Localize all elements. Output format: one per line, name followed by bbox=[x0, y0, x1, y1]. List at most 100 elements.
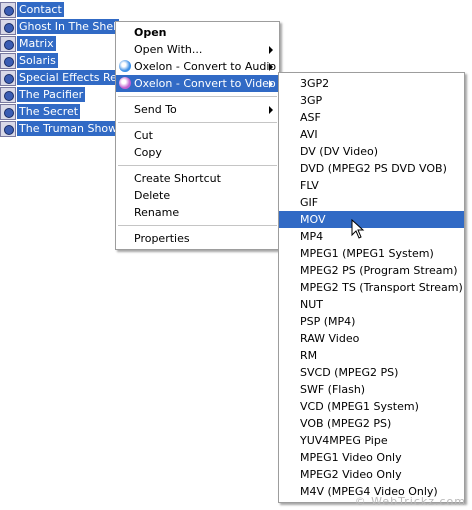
menu-separator bbox=[118, 96, 277, 97]
mouse-pointer-icon bbox=[351, 219, 365, 239]
video-file-icon bbox=[0, 103, 16, 120]
format-option-avi[interactable]: AVI bbox=[279, 126, 464, 143]
oxelon-video-icon bbox=[119, 77, 131, 89]
format-option-3gp2[interactable]: 3GP2 bbox=[279, 75, 464, 92]
format-label: VCD (MPEG1 System) bbox=[300, 400, 419, 413]
format-option-gif[interactable]: GIF bbox=[279, 194, 464, 211]
format-option-mpeg2-ps[interactable]: MPEG2 PS (Program Stream) bbox=[279, 262, 464, 279]
video-file-icon bbox=[0, 1, 16, 18]
menu-separator bbox=[118, 122, 277, 123]
video-file-icon bbox=[0, 35, 16, 52]
format-option-mp4[interactable]: MP4 bbox=[279, 228, 464, 245]
format-option-mpeg2-ts[interactable]: MPEG2 TS (Transport Stream) bbox=[279, 279, 464, 296]
format-label: SWF (Flash) bbox=[300, 383, 366, 396]
convert-to-video-submenu: 3GP2 3GP ASF AVI DV (DV Video) DVD (MPEG… bbox=[278, 72, 465, 503]
file-item[interactable]: Ghost In The Shell.m bbox=[0, 18, 119, 35]
menu-item-label: Properties bbox=[134, 232, 190, 245]
format-label: FLV bbox=[300, 179, 319, 192]
video-file-icon bbox=[0, 86, 16, 103]
submenu-arrow-icon bbox=[269, 80, 273, 88]
file-name: Ghost In The Shell.m bbox=[17, 19, 119, 34]
format-option-asf[interactable]: ASF bbox=[279, 109, 464, 126]
menu-item-label: Open bbox=[134, 26, 167, 39]
menu-item-convert-to-video[interactable]: Oxelon - Convert to Video bbox=[116, 75, 279, 92]
file-name: The Pacifier bbox=[17, 87, 86, 102]
file-name: Contact bbox=[17, 2, 64, 17]
format-option-mpeg2-video-only[interactable]: MPEG2 Video Only bbox=[279, 466, 464, 483]
format-option-vob[interactable]: VOB (MPEG2 PS) bbox=[279, 415, 464, 432]
menu-item-create-shortcut[interactable]: Create Shortcut bbox=[116, 170, 279, 187]
format-label: NUT bbox=[300, 298, 323, 311]
menu-item-label: Delete bbox=[134, 189, 171, 202]
format-label: RAW Video bbox=[300, 332, 360, 345]
format-label: MPEG2 TS (Transport Stream) bbox=[300, 281, 463, 294]
submenu-arrow-icon bbox=[269, 46, 273, 54]
file-item[interactable]: The Pacifier bbox=[0, 86, 86, 103]
format-label: MPEG1 Video Only bbox=[300, 451, 402, 464]
file-name: Solaris bbox=[17, 53, 58, 68]
format-label: DV (DV Video) bbox=[300, 145, 378, 158]
format-label: SVCD (MPEG2 PS) bbox=[300, 366, 399, 379]
format-label: MP4 bbox=[300, 230, 324, 243]
format-label: VOB (MPEG2 PS) bbox=[300, 417, 392, 430]
format-label: AVI bbox=[300, 128, 318, 141]
file-item[interactable]: The Secret bbox=[0, 103, 81, 120]
format-option-raw-video[interactable]: RAW Video bbox=[279, 330, 464, 347]
format-option-yuv4mpeg[interactable]: YUV4MPEG Pipe bbox=[279, 432, 464, 449]
format-option-flv[interactable]: FLV bbox=[279, 177, 464, 194]
menu-item-label: Create Shortcut bbox=[134, 172, 221, 185]
menu-item-label: Send To bbox=[134, 103, 177, 116]
format-option-3gp[interactable]: 3GP bbox=[279, 92, 464, 109]
format-label: PSP (MP4) bbox=[300, 315, 356, 328]
format-option-dvd[interactable]: DVD (MPEG2 PS DVD VOB) bbox=[279, 160, 464, 177]
format-option-rm[interactable]: RM bbox=[279, 347, 464, 364]
menu-item-copy[interactable]: Copy bbox=[116, 144, 279, 161]
file-item[interactable]: Special Effects Rese bbox=[0, 69, 119, 86]
file-item[interactable]: Contact bbox=[0, 1, 64, 18]
menu-item-label: Open With... bbox=[134, 43, 203, 56]
menu-item-convert-to-audio[interactable]: Oxelon - Convert to Audio bbox=[116, 58, 279, 75]
menu-item-label: Oxelon - Convert to Video bbox=[134, 77, 276, 90]
menu-item-properties[interactable]: Properties bbox=[116, 230, 279, 247]
format-label: MPEG2 Video Only bbox=[300, 468, 402, 481]
video-file-icon bbox=[0, 18, 16, 35]
format-label: ASF bbox=[300, 111, 321, 124]
menu-item-rename[interactable]: Rename bbox=[116, 204, 279, 221]
format-label: MPEG1 (MPEG1 System) bbox=[300, 247, 434, 260]
context-menu: Open Open With... Oxelon - Convert to Au… bbox=[115, 21, 280, 250]
menu-item-label: Rename bbox=[134, 206, 180, 219]
file-name: The Secret bbox=[17, 104, 81, 119]
format-label: RM bbox=[300, 349, 318, 362]
format-option-dv[interactable]: DV (DV Video) bbox=[279, 143, 464, 160]
format-label: GIF bbox=[300, 196, 319, 209]
menu-item-open-with[interactable]: Open With... bbox=[116, 41, 279, 58]
format-option-swf[interactable]: SWF (Flash) bbox=[279, 381, 464, 398]
menu-item-cut[interactable]: Cut bbox=[116, 127, 279, 144]
format-option-svcd[interactable]: SVCD (MPEG2 PS) bbox=[279, 364, 464, 381]
file-item[interactable]: Solaris bbox=[0, 52, 58, 69]
menu-item-label: Copy bbox=[134, 146, 162, 159]
format-label: 3GP2 bbox=[300, 77, 330, 90]
format-option-mpeg1-video-only[interactable]: MPEG1 Video Only bbox=[279, 449, 464, 466]
menu-item-open[interactable]: Open bbox=[116, 24, 279, 41]
submenu-arrow-icon bbox=[269, 63, 273, 71]
menu-item-delete[interactable]: Delete bbox=[116, 187, 279, 204]
menu-item-send-to[interactable]: Send To bbox=[116, 101, 279, 118]
file-name: The Truman Show bbox=[17, 121, 120, 136]
menu-item-label: Oxelon - Convert to Audio bbox=[134, 60, 277, 73]
format-option-nut[interactable]: NUT bbox=[279, 296, 464, 313]
video-file-icon bbox=[0, 52, 16, 69]
file-name: Special Effects Rese bbox=[17, 70, 119, 85]
format-option-mpeg1[interactable]: MPEG1 (MPEG1 System) bbox=[279, 245, 464, 262]
format-label: MOV bbox=[300, 213, 326, 226]
format-label: DVD (MPEG2 PS DVD VOB) bbox=[300, 162, 447, 175]
watermark: © WebTrickz.com bbox=[354, 495, 466, 508]
format-label: MPEG2 PS (Program Stream) bbox=[300, 264, 458, 277]
format-label: YUV4MPEG Pipe bbox=[300, 434, 388, 447]
format-option-psp[interactable]: PSP (MP4) bbox=[279, 313, 464, 330]
file-item[interactable]: The Truman Show bbox=[0, 120, 120, 137]
format-option-vcd[interactable]: VCD (MPEG1 System) bbox=[279, 398, 464, 415]
menu-separator bbox=[118, 225, 277, 226]
file-item[interactable]: Matrix bbox=[0, 35, 56, 52]
format-option-mov[interactable]: MOV bbox=[279, 211, 464, 228]
